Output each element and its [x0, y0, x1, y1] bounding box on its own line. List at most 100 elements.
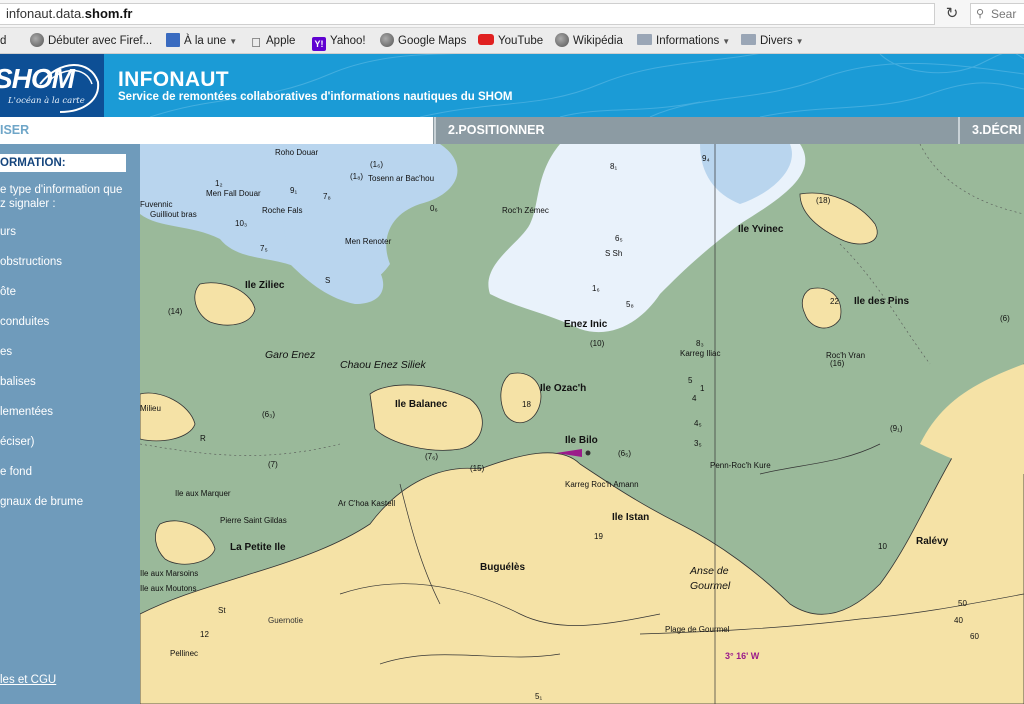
- info-type-option[interactable]: ôte: [0, 284, 16, 300]
- tab-step-1[interactable]: ISER: [0, 117, 433, 144]
- logo-text: SHOM: [0, 63, 75, 94]
- map-depth-label: (18): [816, 196, 831, 205]
- map-place-label: Karreg Roc'h Amann: [565, 480, 639, 489]
- map-depth-label: (6): [1000, 314, 1010, 323]
- map-depth-label: (7): [268, 460, 278, 469]
- bookmark-label: d: [0, 35, 7, 47]
- search-placeholder: Sear: [991, 7, 1017, 21]
- map-place-label: Ile Balanec: [395, 399, 448, 410]
- map-place-label: Pierre Saint Gildas: [220, 516, 287, 525]
- bookmark-item[interactable]: YouTube: [478, 33, 543, 49]
- cgu-link[interactable]: les et CGU: [0, 674, 56, 686]
- bookmark-folder[interactable]: À la une ▼: [166, 33, 237, 49]
- map-depth-label: 50: [958, 599, 967, 608]
- bookmark-item[interactable]: Wikipédia: [555, 33, 623, 49]
- map-place-label: Buguélès: [480, 562, 526, 573]
- tab-step-2-positionner[interactable]: 2.POSITIONNER: [434, 117, 957, 144]
- logo-tagline: L'océan à la carte: [8, 96, 85, 106]
- map-depth-label: 60: [970, 632, 979, 641]
- map-place-label: La Petite Ile: [230, 542, 286, 553]
- bookmark-item[interactable]: Y! Yahoo!: [312, 33, 366, 51]
- map-depth-label: 22: [830, 297, 839, 306]
- map-depth-label: 1₂: [215, 179, 223, 188]
- url-domain: shom.fr: [84, 6, 133, 21]
- map-place-label: Men Renoter: [345, 237, 392, 246]
- search-input[interactable]: ⚲ Sear: [970, 3, 1024, 25]
- map-place-label: Men Fall Douar: [206, 189, 261, 198]
- map-place-label: Plage de Gourmel: [665, 625, 730, 634]
- shom-logo[interactable]: SHOM L'océan à la carte: [0, 54, 104, 117]
- map-place-label: Fuvennic: [140, 200, 173, 209]
- map-depth-label: 8₃: [696, 339, 704, 348]
- bookmark-folder[interactable]: Divers ▼: [741, 33, 804, 49]
- bookmark-folder[interactable]: Informations ▼: [637, 33, 730, 49]
- map-place-label: Roche Fals: [262, 206, 303, 215]
- map-place-label: Guernotie: [268, 616, 304, 625]
- buoy-marker-icon: [556, 449, 591, 457]
- bookmark-item[interactable]: d: [0, 33, 6, 49]
- sidebar-intro: e type d'information que z signaler :: [0, 184, 123, 210]
- map-place-label: Enez Inic: [564, 319, 608, 330]
- map-place-label: Karreg Iliac: [680, 349, 721, 358]
- map-depth-label: (10): [590, 339, 605, 348]
- map-depth-label: (9₁): [890, 424, 903, 433]
- bookmark-label: Google Maps: [398, 35, 467, 47]
- map-place-label: Ile Ozac'h: [540, 383, 587, 394]
- bookmark-label: YouTube: [498, 35, 544, 47]
- tab-step-3[interactable]: 3.DÉCRI: [958, 117, 1024, 144]
- globe-icon: [30, 33, 44, 47]
- info-type-option[interactable]: es: [0, 344, 12, 360]
- map-place-label: Ralévy: [916, 536, 949, 547]
- bookmark-item[interactable]: Débuter avec Firef...: [30, 33, 152, 49]
- map-place-label: Ile aux Moutons: [140, 584, 197, 593]
- map-depth-label: 9₁: [290, 186, 298, 195]
- youtube-icon: [478, 34, 494, 45]
- map-depth-label: 5₁: [535, 692, 543, 701]
- step-tabs: ISER 2.POSITIONNER 3.DÉCRI: [0, 117, 1024, 144]
- map-depth-label: 10₃: [235, 219, 248, 228]
- info-type-option[interactable]: lementées: [0, 404, 53, 420]
- info-type-option[interactable]: conduites: [0, 314, 49, 330]
- info-type-option[interactable]: urs: [0, 224, 16, 240]
- bookmark-item[interactable]: Google Maps: [380, 33, 466, 49]
- sidebar-heading: ORMATION:: [0, 154, 126, 172]
- bookmark-label: À la une: [184, 35, 227, 47]
- reload-icon[interactable]: ↻: [942, 4, 962, 24]
- bookmark-label: Apple: [266, 35, 296, 47]
- map-depth-label: 5: [688, 376, 693, 385]
- map-place-label: Ile aux Marsoins: [140, 569, 199, 578]
- map-seabed-label: S: [325, 276, 331, 285]
- bookmark-item[interactable]:  Apple: [250, 33, 296, 50]
- page-title: INFONAUT: [118, 68, 229, 91]
- map-depth-label: 7₅: [260, 244, 268, 253]
- globe-icon: [380, 33, 394, 47]
- address-bar[interactable]: infonaut.data.shom.fr: [0, 3, 935, 25]
- map-place-label: Ile des Pins: [854, 296, 910, 307]
- site-header: SHOM L'océan à la carte INFONAUT Service…: [0, 54, 1024, 117]
- info-type-option[interactable]: gnaux de brume: [0, 494, 83, 510]
- nautical-chart-map[interactable]: Roho Douar Tosenn ar Bac'hou Men Fall Do…: [140, 144, 1024, 704]
- bookmark-label: Débuter avec Firef...: [48, 35, 153, 47]
- chevron-down-icon: ▼: [795, 37, 804, 46]
- map-depth-label: 10: [878, 542, 887, 551]
- map-place-label: Pellinec: [170, 649, 199, 658]
- map-seabed-label: S Sh: [605, 249, 623, 258]
- map-place-label: Roc'h Zémec: [502, 206, 549, 215]
- chevron-down-icon: ▼: [229, 37, 238, 46]
- map-place-label: Ile Bilo: [565, 435, 598, 446]
- apple-icon: : [250, 36, 262, 50]
- map-depth-label: (6₅): [618, 449, 631, 458]
- map-depth-label: 5₈: [626, 300, 634, 309]
- map-place-label: Ile aux Marquer: [175, 489, 231, 498]
- info-type-option[interactable]: éciser): [0, 434, 35, 450]
- map-depth-label: 4: [692, 394, 697, 403]
- map-place-label: Penn-Roc'h Kure: [710, 461, 771, 470]
- info-type-option[interactable]: obstructions: [0, 254, 62, 270]
- bookmarks-bar: d Débuter avec Firef... À la une▼ Apple…: [0, 28, 1024, 54]
- bookmark-label: Informations: [656, 35, 720, 47]
- map-depth-label: (15): [470, 464, 485, 473]
- map-depth-label: 6₅: [615, 234, 623, 243]
- map-place-label: Anse de Gourmel: [690, 565, 731, 592]
- info-type-option[interactable]: balises: [0, 374, 36, 390]
- info-type-option[interactable]: e fond: [0, 464, 32, 480]
